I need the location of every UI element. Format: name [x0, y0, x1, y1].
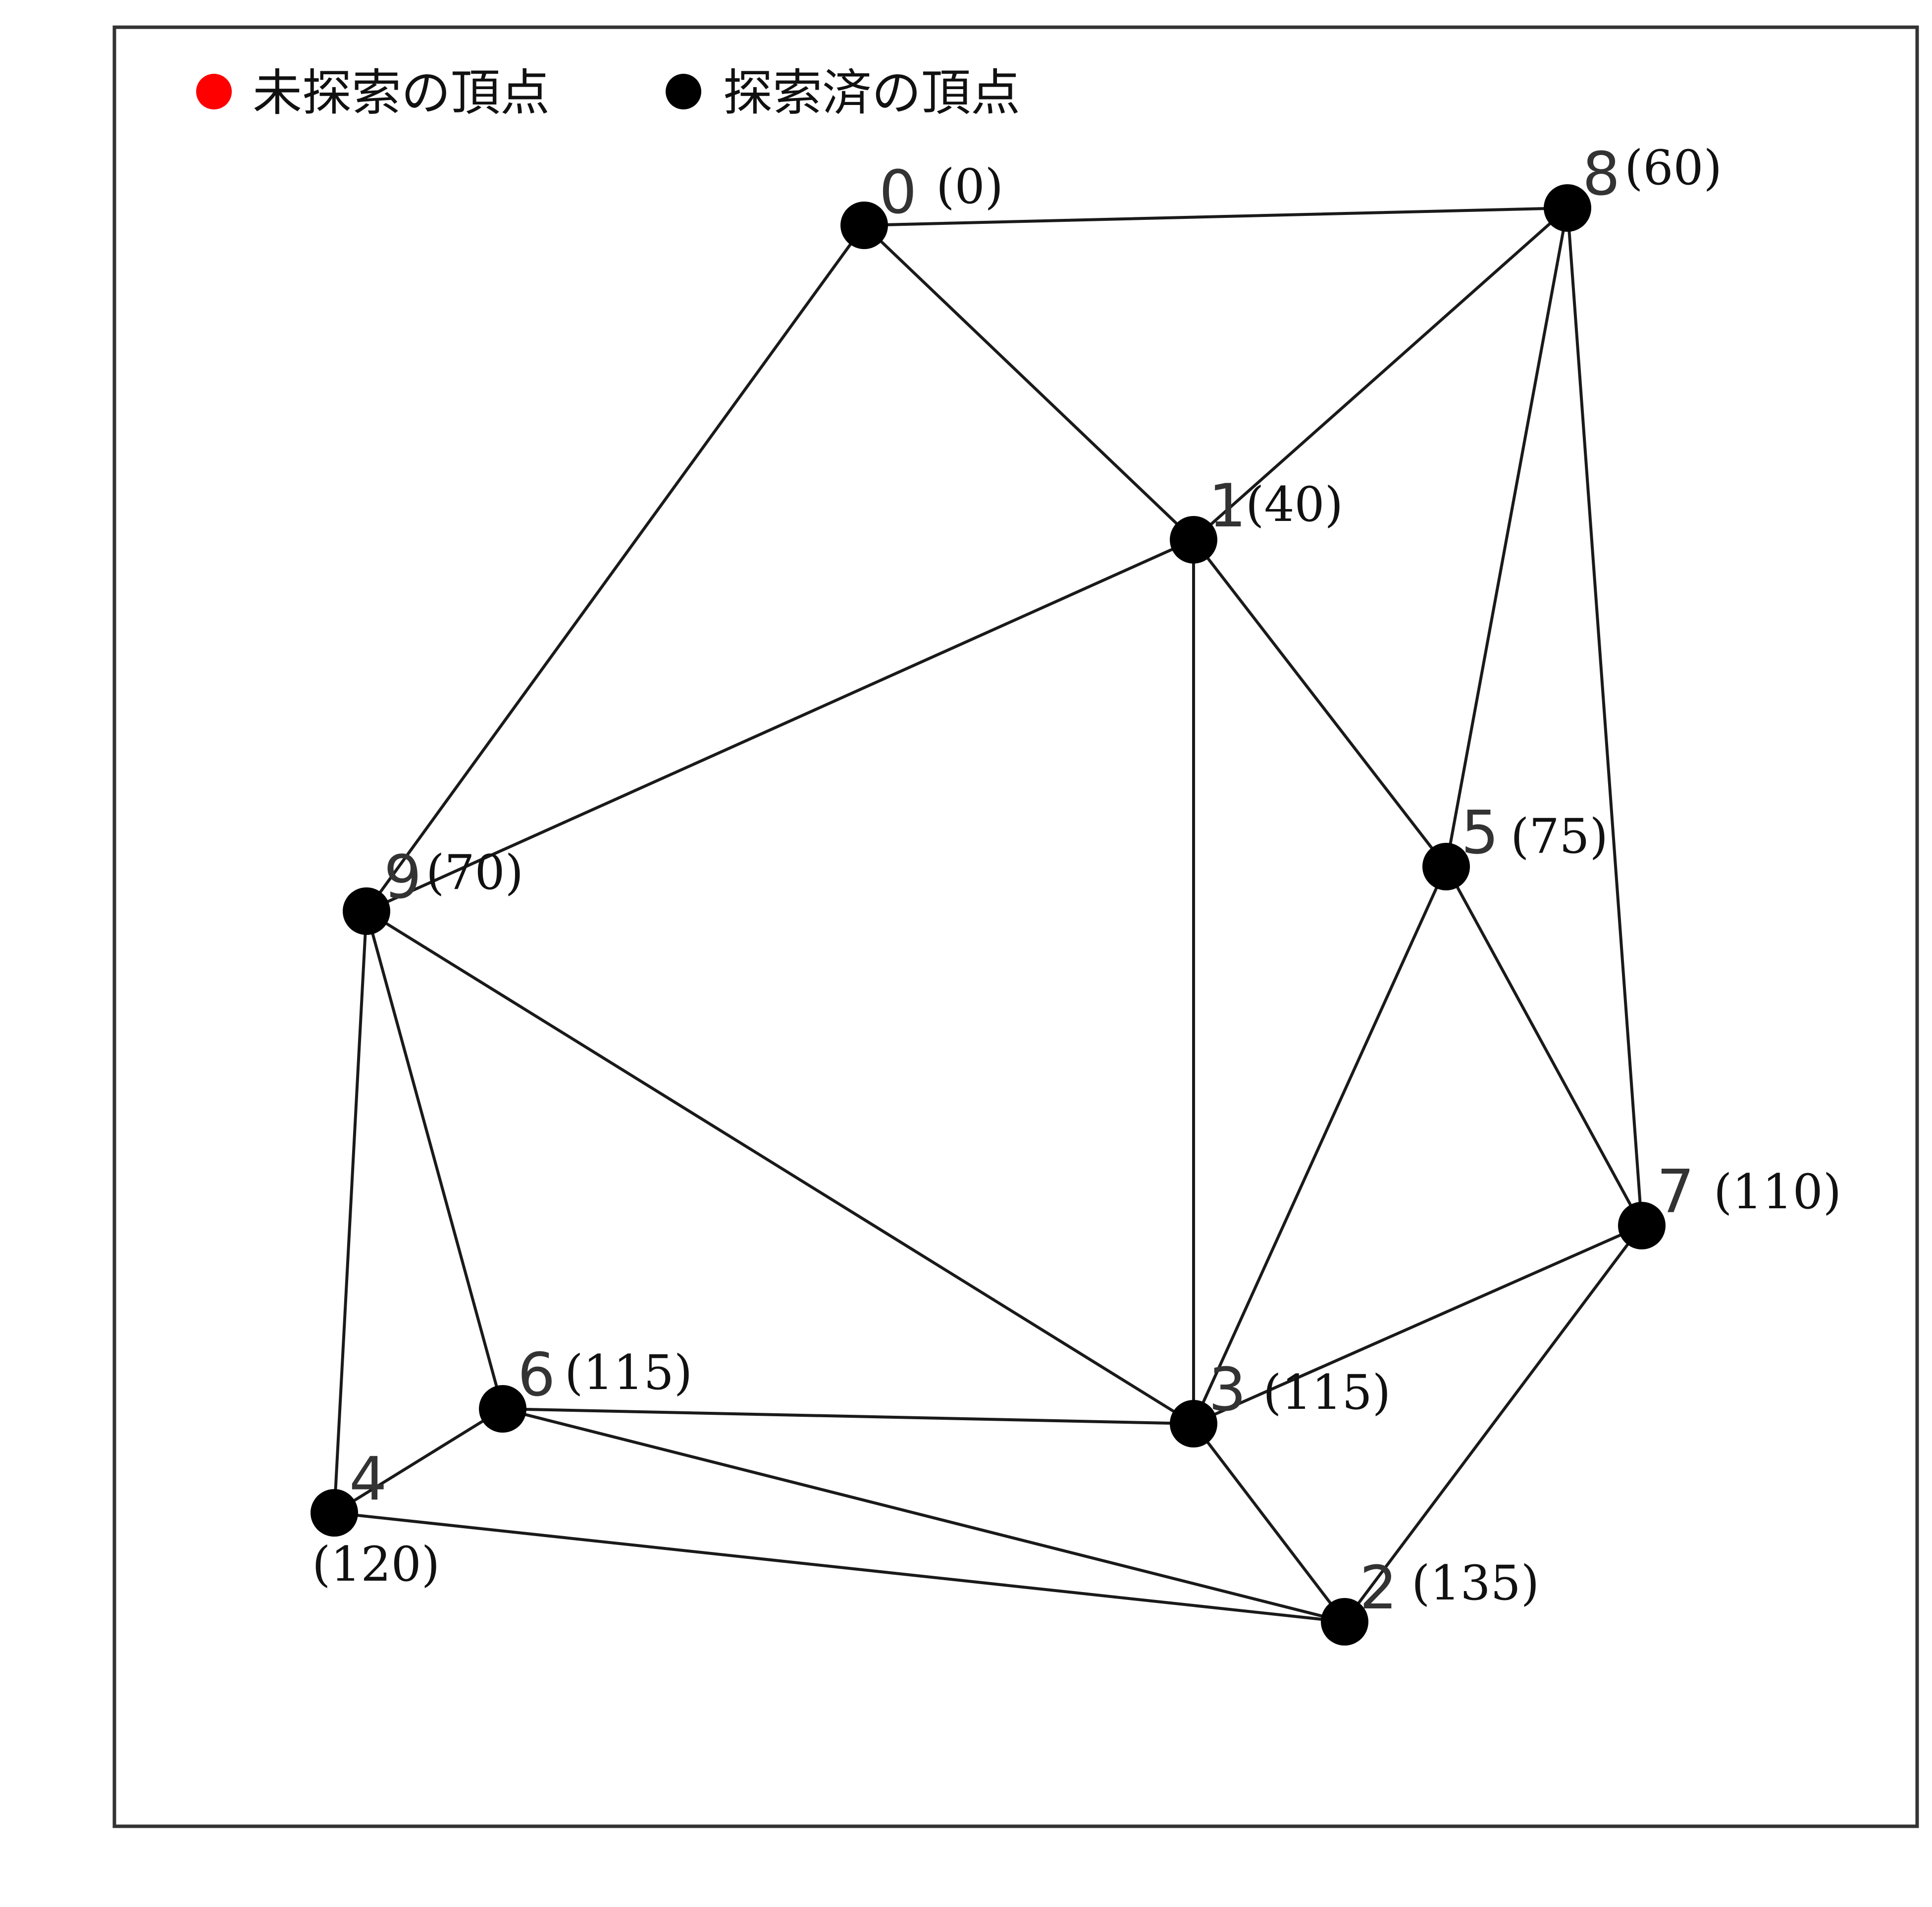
node-distance-label-5: (75) — [1511, 809, 1608, 864]
node-distance-label-0: (0) — [936, 159, 1003, 214]
legend: 未探索の頂点 探索済の頂点 — [196, 64, 1020, 122]
node-id-label-2: 2 — [1359, 1554, 1397, 1623]
node-distance-label-9: (70) — [426, 845, 523, 900]
edge-0-9 — [365, 224, 866, 913]
edge-1-5 — [1192, 538, 1448, 868]
edge-4-2 — [333, 1511, 1346, 1623]
edge-5-3 — [1192, 865, 1448, 1425]
legend-label-visited: 探索済の頂点 — [723, 64, 1020, 122]
edge-0-1 — [863, 224, 1195, 541]
node-distance-label-6: (115) — [565, 1345, 692, 1400]
legend-label-unvisited: 未探索の頂点 — [253, 64, 550, 122]
node-id-label-6: 6 — [518, 1341, 555, 1410]
edge-8-5 — [1445, 206, 1569, 868]
legend-marker-unvisited — [196, 74, 232, 109]
node-9 — [343, 887, 390, 935]
node-id-label-5: 5 — [1461, 799, 1499, 868]
node-id-label-4: 4 — [349, 1445, 387, 1514]
edge-9-3 — [365, 910, 1195, 1425]
edge-8-7 — [1566, 206, 1643, 1227]
edge-9-6 — [365, 910, 504, 1410]
node-distance-label-4: (120) — [312, 1537, 440, 1592]
nodes — [311, 184, 1666, 1646]
legend-marker-visited — [666, 74, 701, 109]
node-id-label-8: 8 — [1582, 140, 1620, 209]
graph-diagram: 未探索の頂点 探索済の頂点 0 (0) 1(40) 2 (135) 3 (115) 4 (120… — [112, 25, 1919, 1828]
node-distance-label-7: (110) — [1714, 1164, 1841, 1220]
node-distance-label-8: (60) — [1624, 140, 1722, 196]
edge-6-2 — [501, 1407, 1346, 1623]
node-distance-label-3: (115) — [1263, 1365, 1391, 1420]
node-id-label-0: 0 — [879, 158, 917, 227]
edge-6-3 — [501, 1407, 1195, 1425]
node-labels: 0 (0)1(40)2 (135)3 (115)4(120)5 (75)6 (115)7(… — [312, 140, 1841, 1623]
node-id-label-3: 3 — [1208, 1356, 1246, 1425]
node-id-label-7: 7 — [1657, 1158, 1694, 1227]
node-id-label-9: 9 — [384, 843, 421, 912]
edge-7-3 — [1192, 1224, 1643, 1425]
edge-9-4 — [333, 910, 368, 1514]
node-distance-label-2: (135) — [1411, 1555, 1539, 1611]
node-distance-label-1: (40) — [1246, 477, 1343, 532]
edge-5-7 — [1445, 865, 1643, 1227]
edge-3-2 — [1192, 1422, 1346, 1623]
node-id-label-1: 1 — [1208, 472, 1246, 541]
